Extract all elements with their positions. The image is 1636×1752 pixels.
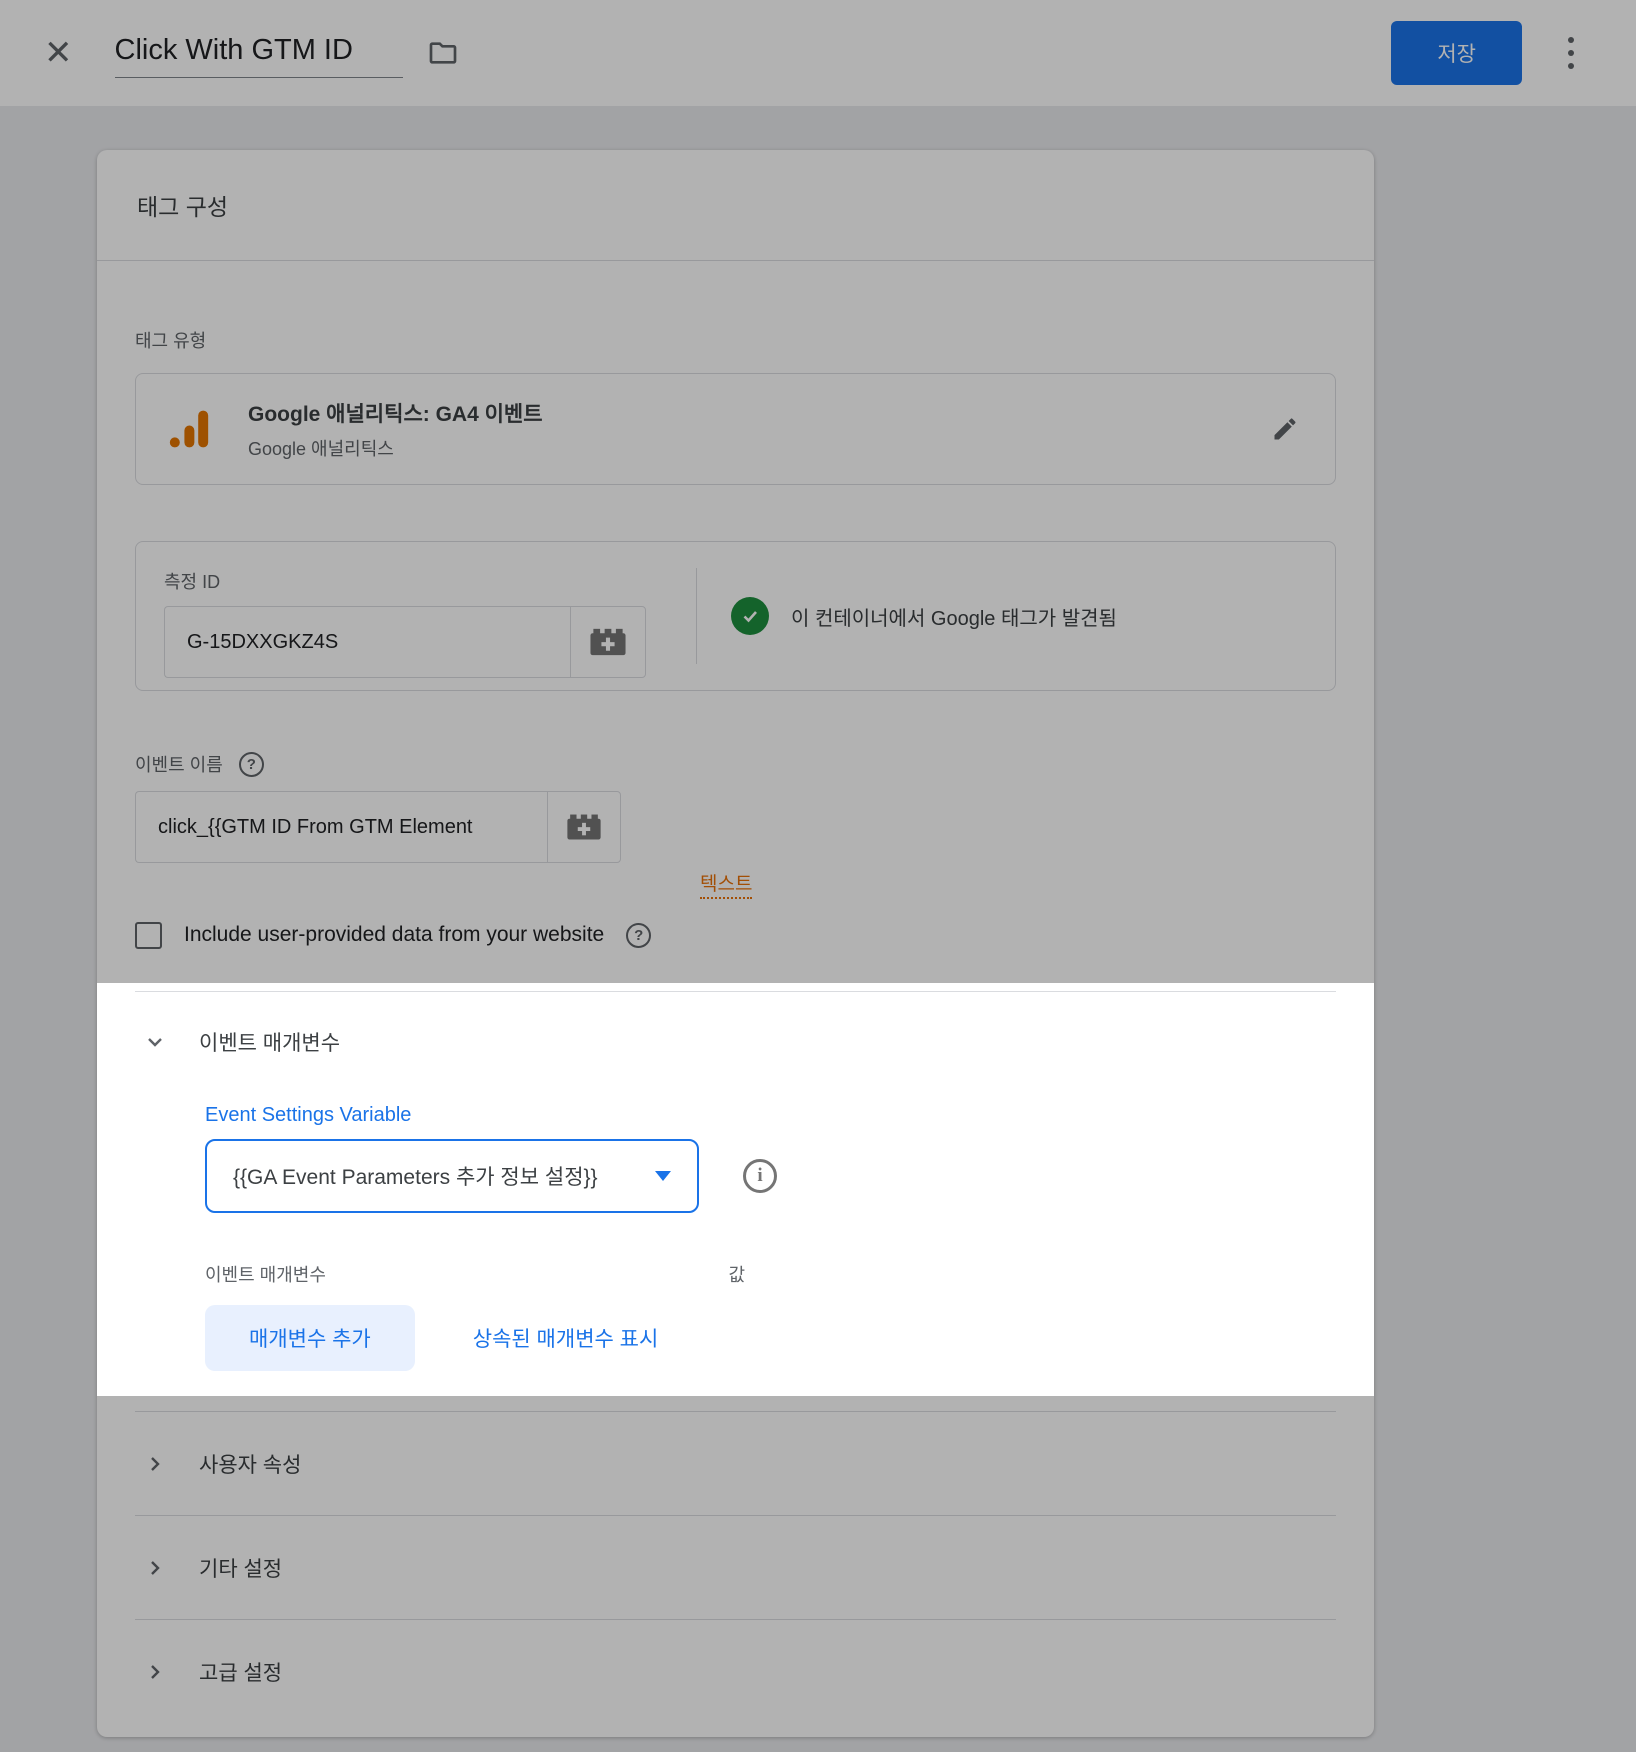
measurement-id-label: 측정 ID bbox=[164, 568, 696, 594]
chevron-down-icon bbox=[143, 1030, 167, 1054]
user-data-checkbox[interactable] bbox=[135, 922, 162, 949]
section-label: 사용자 속성 bbox=[199, 1449, 301, 1479]
help-icon[interactable]: ? bbox=[626, 923, 651, 948]
kebab-menu-icon[interactable] bbox=[1562, 31, 1580, 75]
dropdown-caret-icon bbox=[655, 1171, 671, 1181]
measurement-id-box: 측정 ID bbox=[135, 541, 1336, 691]
save-button[interactable]: 저장 bbox=[1391, 21, 1522, 85]
tag-type-name: Google 애널리틱스: GA4 이벤트 bbox=[248, 398, 543, 428]
check-circle-icon bbox=[731, 597, 769, 635]
chevron-right-icon bbox=[143, 1452, 167, 1476]
value-column-header: 값 bbox=[728, 1261, 745, 1287]
section-label: 기타 설정 bbox=[199, 1553, 282, 1583]
tag-type-text: Google 애널리틱스: GA4 이벤트 Google 애널리틱스 bbox=[248, 398, 543, 461]
variable-picker-button[interactable] bbox=[547, 791, 621, 863]
show-inherited-link[interactable]: 상속된 매개변수 표시 bbox=[473, 1323, 659, 1353]
help-icon[interactable]: ? bbox=[239, 752, 264, 777]
card-body: 태그 유형 Google 애널리틱스: GA4 이벤트 Google 애널리틱스… bbox=[97, 261, 1374, 1737]
user-data-label: Include user-provided data from your web… bbox=[184, 923, 604, 947]
chevron-right-icon bbox=[143, 1556, 167, 1580]
esv-dropdown[interactable]: {{GA Event Parameters 추가 정보 설정}} bbox=[205, 1139, 699, 1213]
event-parameters-title: 이벤트 매개변수 bbox=[199, 1027, 340, 1057]
event-parameters-header[interactable]: 이벤트 매개변수 bbox=[135, 1028, 1336, 1056]
card-title: 태그 구성 bbox=[97, 150, 1374, 261]
esv-selected-value: {{GA Event Parameters 추가 정보 설정}} bbox=[233, 1161, 598, 1191]
esv-label: Event Settings Variable bbox=[205, 1104, 1336, 1127]
tag-type-box[interactable]: Google 애널리틱스: GA4 이벤트 Google 애널리틱스 bbox=[135, 373, 1336, 485]
google-analytics-icon bbox=[166, 406, 212, 452]
chevron-right-icon bbox=[143, 1660, 167, 1684]
section-more-settings[interactable]: 기타 설정 bbox=[135, 1515, 1336, 1619]
close-icon[interactable]: ✕ bbox=[44, 36, 73, 70]
tag-title-input[interactable]: Click With GTM ID bbox=[115, 28, 403, 78]
lego-brick-icon bbox=[589, 627, 627, 657]
event-parameters-section: 이벤트 매개변수 Event Settings Variable {{GA Ev… bbox=[135, 991, 1336, 1411]
lego-brick-icon bbox=[566, 813, 602, 841]
google-tag-found-text: 이 컨테이너에서 Google 태그가 발견됨 bbox=[791, 602, 1117, 631]
edit-pencil-icon[interactable] bbox=[1265, 409, 1305, 449]
info-icon[interactable]: i bbox=[743, 1159, 777, 1193]
top-bar: ✕ Click With GTM ID 저장 bbox=[0, 0, 1636, 106]
tag-configuration-card: 태그 구성 태그 유형 Google 애널리틱스: GA4 이벤트 Google… bbox=[97, 150, 1374, 1737]
measurement-id-input[interactable] bbox=[164, 606, 570, 678]
section-user-properties[interactable]: 사용자 속성 bbox=[135, 1411, 1336, 1515]
folder-icon[interactable] bbox=[427, 37, 459, 69]
measurement-id-left: 측정 ID bbox=[136, 542, 696, 690]
section-label: 고급 설정 bbox=[199, 1657, 282, 1687]
google-tag-status: 이 컨테이너에서 Google 태그가 발견됨 bbox=[697, 542, 1335, 690]
add-parameter-button[interactable]: 매개변수 추가 bbox=[205, 1305, 415, 1371]
tag-type-label: 태그 유형 bbox=[135, 327, 1336, 353]
variable-picker-button[interactable] bbox=[570, 606, 646, 678]
tag-type-vendor: Google 애널리틱스 bbox=[248, 435, 543, 461]
section-advanced-settings[interactable]: 고급 설정 bbox=[135, 1619, 1336, 1723]
event-name-label: 이벤트 이름 bbox=[135, 751, 223, 777]
param-column-header: 이벤트 매개변수 bbox=[205, 1261, 326, 1287]
event-name-input[interactable] bbox=[135, 791, 547, 863]
text-mode-toggle[interactable]: 텍스트 bbox=[700, 874, 752, 899]
